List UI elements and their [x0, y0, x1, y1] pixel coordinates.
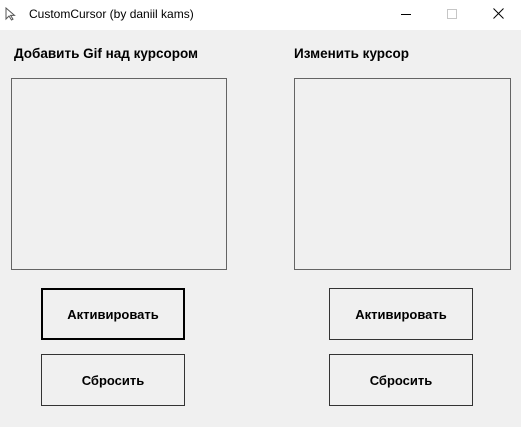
cursor-preview-box[interactable] [294, 78, 511, 270]
cursor-reset-button[interactable]: Сбросить [329, 354, 473, 406]
minimize-icon [401, 6, 411, 24]
window-title: CustomCursor (by daniil kams) [29, 7, 194, 21]
cursor-activate-button[interactable]: Активировать [329, 288, 473, 340]
minimize-button[interactable] [383, 0, 429, 30]
close-button[interactable] [475, 0, 521, 30]
gif-reset-button[interactable]: Сбросить [41, 354, 185, 406]
change-cursor-label: Изменить курсор [294, 46, 410, 61]
maximize-button[interactable] [429, 0, 475, 30]
app-window: CustomCursor (by daniil kams) Добавить G… [0, 0, 521, 427]
title-bar[interactable]: CustomCursor (by daniil kams) [0, 0, 521, 30]
maximize-icon [447, 6, 457, 24]
cursor-arrow-icon [5, 6, 17, 21]
close-icon [492, 6, 504, 24]
gif-overlay-label: Добавить Gif над курсором [14, 46, 199, 61]
gif-preview-box[interactable] [11, 78, 227, 270]
gif-activate-button[interactable]: Активировать [41, 288, 185, 340]
